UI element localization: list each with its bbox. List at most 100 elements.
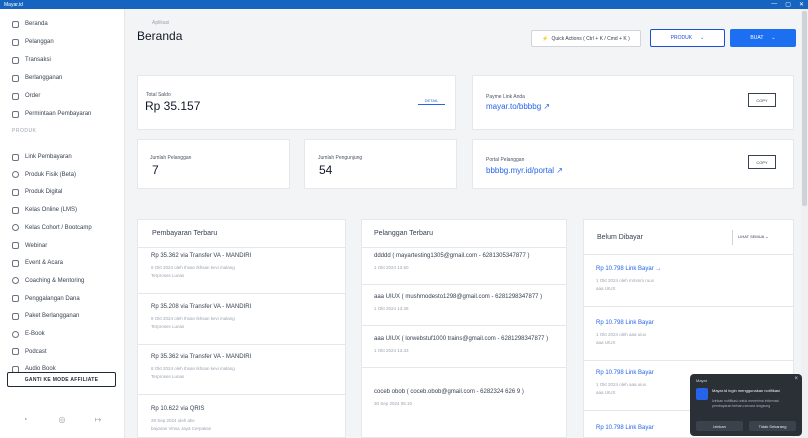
portal-label: Portal Pelanggan [486, 157, 525, 163]
podcast-icon [12, 348, 19, 356]
payment-title[interactable]: Rp 35.362 via Transfer VA - MANDIRI [151, 354, 251, 360]
heart-icon [12, 295, 19, 303]
sidebar-item-podcast[interactable]: Podcast [12, 346, 47, 358]
help-icon[interactable]: ◎ [55, 412, 69, 426]
sidebar-item-label: Berlangganan [25, 75, 63, 81]
unpaid-link[interactable]: Rp 10.798 Link Bayar [596, 320, 654, 326]
sidebar-item-beranda[interactable]: Beranda [12, 18, 48, 30]
window-title: Mayar.id [4, 1, 23, 8]
payme-link-card: Payme Link Anda mayar.to/bbbbg ↗ COPY [472, 75, 794, 130]
payment-status: Terproses Lunas [151, 273, 185, 278]
produk-button[interactable]: PRODUK ⌄ [650, 29, 725, 47]
sidebar-item-label: Penggalangan Dana [25, 295, 80, 302]
sidebar-item-label: Permintaan Pembayaran [25, 111, 92, 117]
row-divider [362, 284, 566, 285]
sidebar-item-label: Link Pembayaran [25, 154, 72, 160]
toast-deny-button[interactable]: Tidak Sekarang [749, 421, 796, 431]
sidebar-item-webinar[interactable]: Webinar [12, 240, 47, 252]
payme-link[interactable]: mayar.to/bbbbg ↗ [486, 102, 550, 111]
sidebar-item-link-pembayaran[interactable]: Link Pembayaran [12, 151, 72, 163]
affiliate-mode-button[interactable]: GANTI KE MODE AFFILIATE [7, 372, 116, 387]
sidebar-item-label: Kelas Cohort / Bootcamp [25, 224, 92, 231]
sidebar-item-event-acara[interactable]: Event & Acara [12, 257, 63, 269]
sidebar-item-pelanggan[interactable]: Pelanggan [12, 36, 54, 48]
unpaid-link[interactable]: Rp 10.798 Link Bayar [596, 425, 654, 431]
sidebar-item-penggalangan-dana[interactable]: Penggalangan Dana [12, 293, 80, 305]
window-titlebar: Mayar.id — ▢ ✕ [0, 0, 808, 9]
toast-allow-button[interactable]: Izinkan [696, 421, 743, 431]
jumlah-pelanggan-card: Jumlah Pelanggan 7 [137, 139, 290, 189]
customer-title[interactable]: aaa UIUX ( lorwebstuf1000 trains@gmail.c… [374, 336, 548, 342]
sidebar-item-produk-digital[interactable]: Produk Digital [12, 186, 62, 198]
customer-title[interactable]: coceb obob ( coceb.obob@gmail.com - 6282… [374, 389, 524, 395]
payment-title[interactable]: Rp 35.208 via Transfer VA - MANDIRI [151, 304, 251, 310]
saldo-detail-button[interactable]: DETAIL [418, 96, 445, 105]
chevron-down-icon: ⌄ [765, 234, 769, 239]
logout-icon[interactable]: ↦ [91, 412, 105, 426]
unpaid-link[interactable]: Rp 10.798 Link Bayar → [596, 266, 661, 272]
book-icon [12, 206, 19, 214]
customer-title[interactable]: aaa UIUX ( mushmodesto1298@gmail.com - 6… [374, 294, 542, 300]
sidebar-item-permintaan-pembayaran[interactable]: Permintaan Pembayaran [12, 108, 91, 120]
jumlah-pelanggan-value: 7 [152, 163, 159, 177]
unpaid-customer: aaa UIUX [596, 286, 616, 291]
unpaid-customer: aaa UIUX [596, 340, 616, 345]
sidebar-item-transaksi[interactable]: Transaksi [12, 54, 51, 66]
row-divider [138, 394, 345, 395]
payment-status: Terproses Lunas [151, 374, 185, 379]
portal-pelanggan-card: Portal Pelanggan bbbbg.myr.id/portal ↗ C… [472, 139, 794, 189]
tag-icon [12, 171, 19, 179]
sidebar-item-label: Kelas Online (LMS) [25, 207, 78, 214]
external-link-icon: ↗ [556, 166, 563, 175]
sidebar-item-label: Event & Acara [25, 260, 64, 267]
page-title: Beranda [137, 29, 183, 43]
payment-meta: 8 Okt 2024 oleh Ihsan Ikhsan kevi malang [151, 265, 235, 270]
scrollbar-thumb[interactable] [802, 11, 807, 206]
payment-title[interactable]: Rp 35.362 via Transfer VA - MANDIRI [151, 253, 251, 259]
sidebar-item-coaching-mentoring[interactable]: Coaching & Mentoring [12, 275, 84, 287]
row-divider [138, 344, 345, 345]
sidebar-item-kelas-cohort-bootcamp[interactable]: Kelas Cohort / Bootcamp [12, 222, 92, 234]
bell-icon[interactable]: ◔ [18, 412, 32, 426]
portal-link[interactable]: bbbbg.myr.id/portal ↗ [486, 166, 563, 175]
maximize-icon[interactable]: ▢ [785, 1, 791, 8]
sidebar-item-label: Webinar [25, 242, 48, 249]
copy-payme-button[interactable]: COPY [748, 93, 776, 107]
toast-app-name: Mayar [696, 378, 708, 383]
sidebar-item-label: Paket Berlangganan [25, 313, 80, 320]
lihat-semua-button[interactable]: LIHAT SEMUA ⌄ [738, 234, 769, 239]
sidebar-item-berlangganan[interactable]: Berlangganan [12, 72, 62, 84]
unpaid-link[interactable]: Rp 10.798 Link Bayar [596, 370, 654, 376]
sidebar-item-paket-berlangganan[interactable]: Paket Berlangganan [12, 310, 79, 322]
breadcrumb[interactable]: Aplikasi [152, 20, 169, 26]
payme-label: Payme Link Anda [486, 94, 525, 100]
payment-meta: 8 Okt 2024 oleh Ihsan Ikhsan kevi malang [151, 366, 235, 371]
copy-portal-button[interactable]: COPY [748, 155, 776, 169]
payment-status: bayaran Vinsa Jaya Cerpakan [151, 426, 212, 431]
payment-meta: 28 Sep 2024 oleh abc [151, 418, 195, 423]
minimize-icon[interactable]: — [771, 1, 777, 8]
row-divider [138, 293, 345, 294]
transaction-icon [12, 56, 19, 64]
notification-toast: Mayar × Mayar.id ingin menggunakan notif… [690, 374, 802, 436]
payment-title[interactable]: Rp 10.622 via QRIS [151, 406, 204, 412]
payment-meta: 8 Okt 2024 oleh Ihsan Ikhsan kevi malang [151, 316, 235, 321]
sidebar-item-kelas-online-lms-[interactable]: Kelas Online (LMS) [12, 204, 77, 216]
sidebar-item-e-book[interactable]: E-Book [12, 328, 45, 340]
belum-dibayar-title: Belum Dibayar [597, 234, 643, 241]
refresh-icon [12, 74, 19, 82]
buat-button[interactable]: BUAT ⌄ [730, 29, 796, 47]
divider [732, 230, 733, 245]
customer-title[interactable]: ddddd ( mayartesting1305@gmail.com - 628… [374, 253, 530, 259]
sidebar-item-order[interactable]: Order [12, 90, 40, 102]
unpaid-meta: 1 Okt 2024 oleh aaa uiux [596, 332, 647, 337]
sidebar-item-label: Pelanggan [25, 39, 54, 45]
sidebar-item-produk-fisik-beta-[interactable]: Produk Fisik (Beta) [12, 169, 76, 181]
customer-date: 1 Okt 2024 13.38 [374, 306, 409, 311]
customer-date: 1 Okt 2024 13.33 [374, 348, 409, 353]
quick-actions-button[interactable]: ⚡ Quick Actions ( Ctrl + K / Cmd + K ) [531, 30, 641, 47]
toast-detail: Izinkan notifikasi untuk menerima inform… [712, 399, 779, 408]
close-icon[interactable]: × [794, 376, 798, 382]
close-icon[interactable]: ✕ [799, 1, 804, 8]
row-divider [362, 367, 566, 368]
